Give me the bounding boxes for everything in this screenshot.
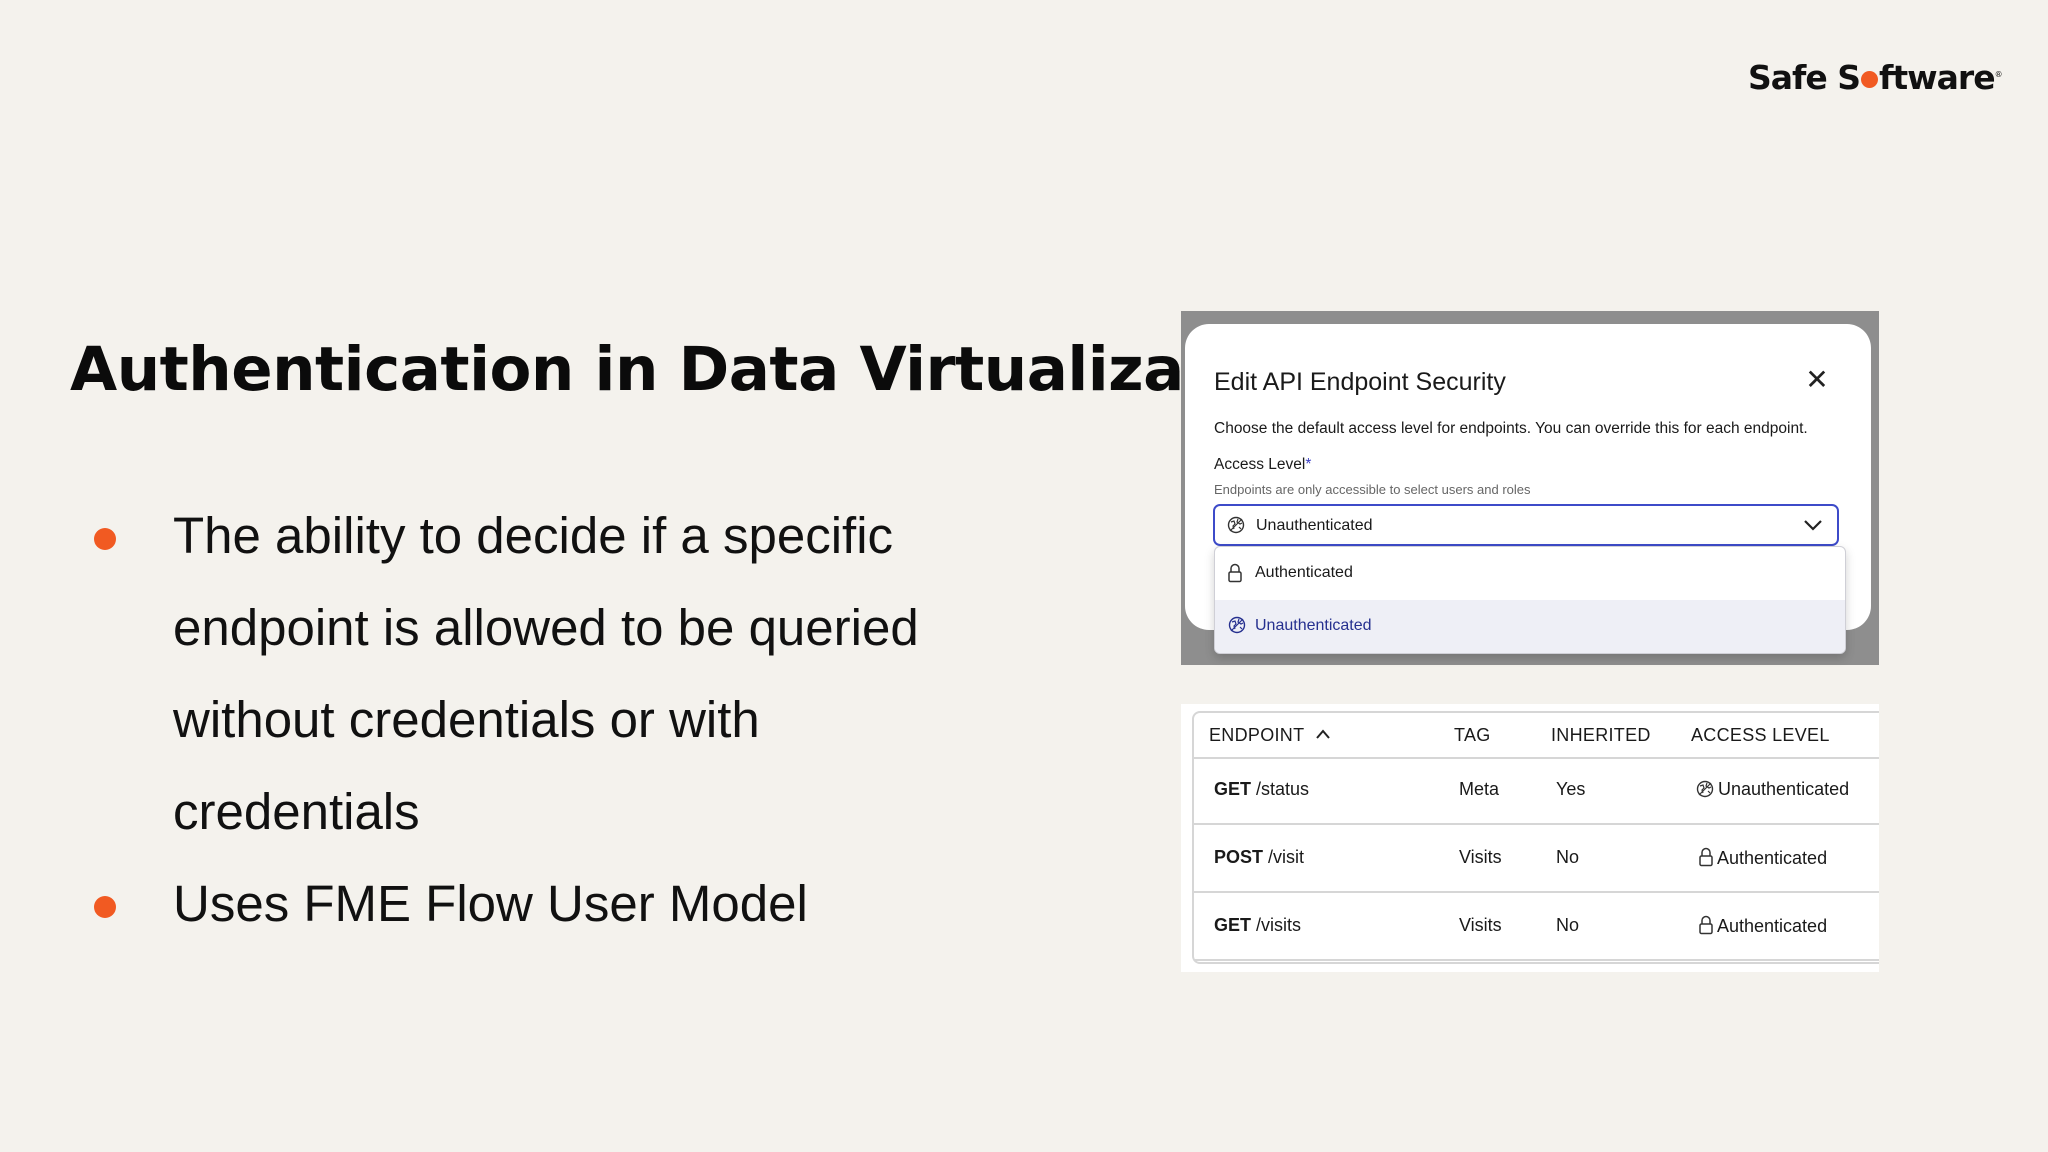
globe-icon: [1228, 616, 1246, 639]
endpoint-cell: POST /visit: [1214, 847, 1304, 868]
globe-icon: [1696, 780, 1714, 803]
dialog-title: Edit API Endpoint Security: [1214, 368, 1506, 396]
access-level-text: Authenticated: [1717, 848, 1828, 868]
safe-software-logo: Safe S ftware®: [1748, 58, 2003, 97]
close-icon[interactable]: ✕: [1803, 366, 1831, 394]
access-level-label: Access Level*: [1214, 456, 1311, 474]
registered-mark: ®: [1994, 70, 2003, 79]
access-level-text: Authenticated: [1717, 916, 1828, 936]
http-method: GET: [1214, 915, 1252, 935]
tag-cell: Visits: [1459, 915, 1502, 935]
endpoint-table: ENDPOINT TAG INHERITED ACCESS LEVEL GET …: [1192, 711, 1879, 964]
table-row[interactable]: POST /visit Visits No Authenticated: [1194, 825, 1879, 893]
access-level-label-text: Access Level: [1214, 456, 1306, 473]
access-level-select[interactable]: Unauthenticated: [1213, 504, 1839, 546]
inherited-cell: No: [1556, 847, 1580, 867]
endpoint-path: /visit: [1268, 847, 1305, 867]
logo-dot: [1861, 71, 1879, 88]
access-level-cell: Authenticated: [1699, 915, 1827, 940]
bullet-list: The ability to decide if a specific endp…: [92, 490, 992, 950]
bullet-item: The ability to decide if a specific endp…: [92, 490, 992, 858]
tag-cell: Visits: [1459, 847, 1502, 867]
inherited-cell: No: [1556, 915, 1580, 935]
endpoint-cell: GET /visits: [1214, 915, 1301, 936]
column-header-endpoint[interactable]: ENDPOINT: [1209, 725, 1331, 746]
tag-cell: Meta: [1459, 779, 1500, 799]
chevron-up-icon: [1316, 729, 1331, 739]
access-level-cell: Unauthenticated: [1696, 779, 1849, 803]
endpoint-cell: GET /status: [1214, 779, 1309, 800]
option-label: Authenticated: [1255, 564, 1353, 581]
table-row[interactable]: GET /visits Visits No Authenticated: [1194, 893, 1879, 961]
column-header-inherited[interactable]: INHERITED: [1551, 725, 1651, 746]
bullet-text: The ability to decide if a specific endp…: [173, 507, 919, 840]
globe-icon: [1227, 516, 1245, 539]
access-level-help: Endpoints are only accessible to select …: [1214, 482, 1531, 497]
logo-text-start: Safe S: [1748, 58, 1861, 97]
option-label: Unauthenticated: [1255, 617, 1372, 634]
endpoint-table-screenshot: ENDPOINT TAG INHERITED ACCESS LEVEL GET …: [1181, 704, 1879, 972]
dialog-description: Choose the default access level for endp…: [1214, 420, 1808, 437]
access-level-dropdown-menu: Authenticated Unauthenticated: [1214, 546, 1846, 654]
option-authenticated[interactable]: Authenticated: [1215, 547, 1845, 600]
required-mark: *: [1305, 456, 1312, 473]
slide-title: Authentication in Data Virtualization: [70, 334, 1318, 405]
lock-icon: [1228, 563, 1242, 588]
logo-text-end: ftware: [1879, 58, 1996, 97]
access-level-text: Unauthenticated: [1718, 779, 1850, 799]
option-unauthenticated[interactable]: Unauthenticated: [1215, 600, 1845, 653]
select-value: Unauthenticated: [1256, 517, 1373, 534]
endpoint-path: /status: [1256, 779, 1310, 799]
access-level-cell: Authenticated: [1699, 847, 1827, 872]
endpoint-path: /visits: [1256, 915, 1302, 935]
column-header-label: ENDPOINT: [1209, 725, 1305, 745]
column-header-tag[interactable]: TAG: [1454, 725, 1491, 746]
lock-icon: [1699, 915, 1713, 940]
chevron-down-icon[interactable]: [1803, 518, 1823, 537]
bullet-dot: [94, 528, 116, 550]
lock-icon: [1699, 847, 1713, 872]
table-row[interactable]: GET /status Meta Yes Unauthenticated: [1194, 757, 1879, 825]
inherited-cell: Yes: [1556, 779, 1586, 799]
http-method: POST: [1214, 847, 1264, 867]
bullet-text: Uses FME Flow User Model: [173, 875, 808, 932]
table-header: ENDPOINT TAG INHERITED ACCESS LEVEL: [1194, 713, 1879, 759]
bullet-item: Uses FME Flow User Model: [92, 858, 992, 950]
bullet-dot: [94, 896, 116, 918]
http-method: GET: [1214, 779, 1252, 799]
column-header-access-level[interactable]: ACCESS LEVEL: [1691, 725, 1830, 746]
